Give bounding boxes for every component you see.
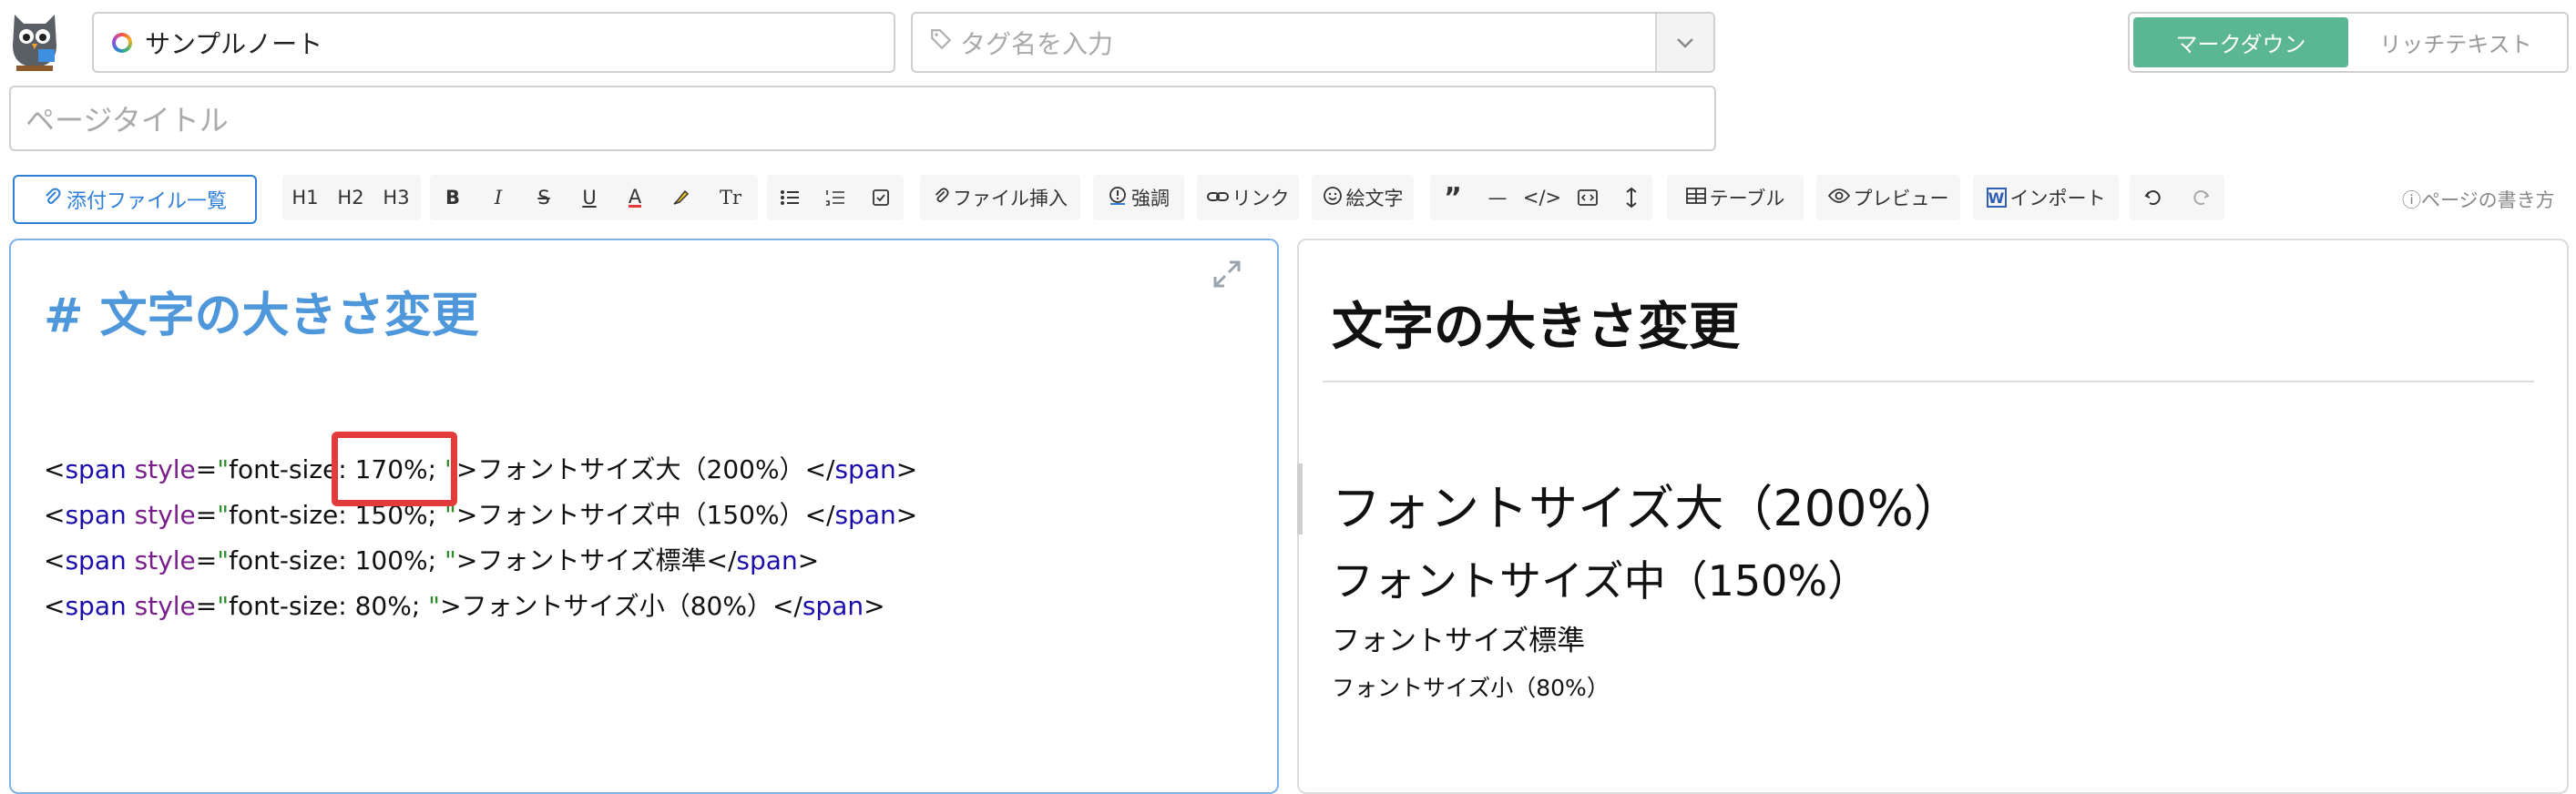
emoji-button[interactable]: 絵文字 xyxy=(1312,175,1414,220)
emphasis-icon xyxy=(1108,186,1128,210)
paperclip-icon xyxy=(933,187,949,209)
preview-label: プレビュー xyxy=(1853,188,1949,209)
code-line: <span style="font-size: 80%; ">フォントサイズ小（… xyxy=(44,591,885,621)
import-button[interactable]: W インポート xyxy=(1973,175,2119,220)
app-logo[interactable] xyxy=(7,9,62,73)
tag-icon xyxy=(929,27,953,57)
emphasis-label: 強調 xyxy=(1131,188,1170,209)
page-title-input[interactable]: ページタイトル xyxy=(9,86,1716,151)
text-color-icon[interactable]: A xyxy=(612,175,658,220)
markdown-mode-button[interactable]: マークダウン xyxy=(2133,17,2348,67)
owl-logo-icon xyxy=(13,15,56,71)
table-button[interactable]: テーブル xyxy=(1667,175,1804,220)
h2-button[interactable]: H2 xyxy=(328,175,373,220)
chevron-down-icon[interactable] xyxy=(1655,14,1713,71)
bullet-list-icon[interactable] xyxy=(767,175,813,220)
code-icon[interactable]: </> xyxy=(1519,175,1565,220)
editor-mode-toggle: マークダウン リッチテキスト xyxy=(2128,12,2569,73)
italic-icon[interactable]: I xyxy=(475,175,521,220)
redo-icon[interactable] xyxy=(2177,175,2224,220)
help-label: ページの書き方 xyxy=(2421,189,2555,211)
code-line-text: フォントサイズ標準 xyxy=(477,545,707,575)
preview-line-normal: フォントサイズ標準 xyxy=(1332,625,1586,657)
link-button[interactable]: リンク xyxy=(1197,175,1299,220)
link-icon xyxy=(1206,187,1229,209)
tag-input[interactable]: タグ名を入力 xyxy=(911,12,1715,73)
preview-button[interactable]: プレビュー xyxy=(1816,175,1960,220)
editor-toolbar: 添付ファイル一覧 H1 H2 H3 B I S U A Tr ファイル挿入 強調… xyxy=(0,173,2576,229)
attachment-list-button[interactable]: 添付ファイル一覧 xyxy=(13,175,257,224)
code-block-icon[interactable] xyxy=(1565,175,1610,220)
heading-divider xyxy=(1323,381,2534,382)
help-link[interactable]: ⓘページの書き方 xyxy=(2402,186,2555,213)
scroll-sync-marker xyxy=(1297,463,1303,534)
line-height-icon[interactable] xyxy=(1610,175,1652,220)
annotation-highlight-box xyxy=(332,432,457,506)
style-value: font-size: 100%; xyxy=(229,545,445,575)
question-circle-icon: ⓘ xyxy=(2402,189,2421,211)
undo-icon[interactable] xyxy=(2130,175,2177,220)
table-label: テーブル xyxy=(1709,188,1785,209)
code-line-text: フォントサイズ小（80%） xyxy=(461,591,772,621)
highlighter-icon[interactable] xyxy=(658,175,703,220)
numbered-list-icon[interactable] xyxy=(813,175,858,220)
preview-heading: 文字の大きさ変更 xyxy=(1332,298,1740,357)
table-icon xyxy=(1685,187,1706,209)
paperclip-icon xyxy=(43,187,61,212)
checklist-icon[interactable] xyxy=(858,175,904,220)
underline-icon[interactable]: U xyxy=(567,175,612,220)
expand-icon[interactable] xyxy=(1211,259,1242,293)
page-title-placeholder: ページタイトル xyxy=(26,103,229,137)
h1-button[interactable]: H1 xyxy=(282,175,328,220)
note-color-icon xyxy=(112,33,132,53)
note-selector[interactable]: サンプルノート xyxy=(92,12,895,73)
preview-line-small: フォントサイズ小（80%） xyxy=(1332,675,1610,701)
code-line-text: フォントサイズ中（150%） xyxy=(477,500,805,530)
emphasis-button[interactable]: 強調 xyxy=(1093,175,1184,220)
word-icon: W xyxy=(1986,188,2007,208)
markdown-editor[interactable]: # 文字の大きさ変更 <span style="font-size: 170%;… xyxy=(9,239,1279,794)
eye-icon xyxy=(1827,187,1850,209)
clear-format-icon[interactable]: Tr xyxy=(703,175,758,220)
preview-line-large: フォントサイズ大（200%） xyxy=(1332,480,1963,537)
attachment-list-label: 添付ファイル一覧 xyxy=(66,190,227,213)
code-line-text: フォントサイズ大（200%） xyxy=(477,454,805,484)
richtext-mode-button[interactable]: リッチテキスト xyxy=(2348,17,2563,67)
strikethrough-icon[interactable]: S xyxy=(521,175,567,220)
quote-icon[interactable]: ” xyxy=(1430,175,1476,220)
editor-heading: # 文字の大きさ変更 xyxy=(44,289,479,343)
preview-pane: 文字の大きさ変更 フォントサイズ大（200%） フォントサイズ中（150%） フ… xyxy=(1297,239,2569,794)
style-value: font-size: 80%; xyxy=(229,591,429,621)
preview-line-medium: フォントサイズ中（150%） xyxy=(1332,556,1870,606)
emoji-label: 絵文字 xyxy=(1345,188,1404,209)
code-line: <span style="font-size: 100%; ">フォントサイズ標… xyxy=(44,545,820,575)
code-line: <span style="font-size: 150%; ">フォントサイズ中… xyxy=(44,500,918,530)
import-label: インポート xyxy=(2009,188,2106,209)
link-label: リンク xyxy=(1232,188,1290,209)
code-line: <span style="font-size: 170%; ">フォントサイズ大… xyxy=(44,454,918,484)
h3-button[interactable]: H3 xyxy=(373,175,419,220)
file-insert-button[interactable]: ファイル挿入 xyxy=(920,175,1080,220)
smiley-icon xyxy=(1323,186,1343,210)
bold-icon[interactable]: B xyxy=(430,175,475,220)
tag-placeholder: タグ名を入力 xyxy=(960,28,1114,59)
file-insert-label: ファイル挿入 xyxy=(953,188,1068,209)
horizontal-rule-icon[interactable]: — xyxy=(1476,175,1519,220)
note-name: サンプルノート xyxy=(145,28,323,59)
